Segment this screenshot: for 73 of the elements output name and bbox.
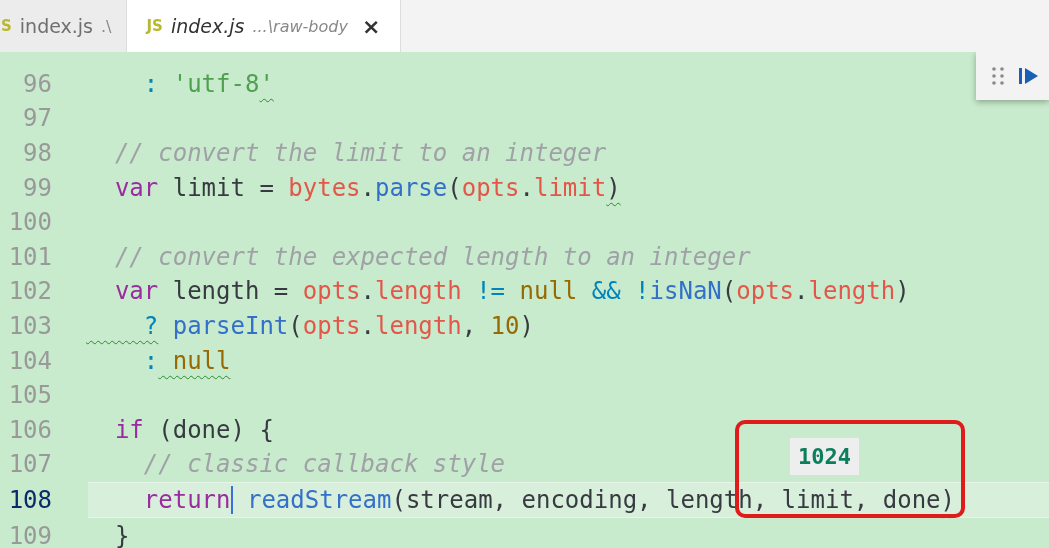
drag-handle-icon[interactable] — [991, 67, 1004, 85]
close-icon[interactable]: × — [361, 13, 381, 39]
tab-path: .\ — [101, 16, 112, 36]
code-token: opts — [736, 277, 795, 306]
code-token: ) — [940, 486, 955, 514]
code-token: limit — [533, 173, 607, 202]
line-number: 105 — [7, 381, 52, 410]
code-token: opts — [461, 173, 520, 202]
code-token: ) — [606, 173, 621, 202]
code-token: length — [375, 312, 462, 341]
code-token: (done) { — [157, 415, 274, 444]
code-token: return — [142, 486, 231, 514]
code-token: parse — [375, 173, 448, 202]
editor-tab[interactable]: S index.js .\ — [0, 0, 127, 52]
code-token: 'utf-8 — [171, 69, 260, 98]
code-comment: // convert the expected length to an integer — [113, 242, 751, 271]
code-token: limit = — [171, 173, 274, 202]
line-number: 96 — [22, 69, 52, 98]
code-token: var — [113, 173, 159, 202]
code-token: parseInt — [171, 312, 289, 341]
code-token: null — [171, 346, 231, 375]
code-token: var — [113, 277, 159, 306]
code-token: ) — [895, 277, 910, 306]
code-token: != — [475, 277, 506, 306]
code-comment: // classic callback style — [142, 450, 506, 479]
code-token: . — [794, 277, 809, 306]
code-token: ' — [259, 69, 274, 98]
code-token: . — [360, 312, 375, 341]
line-number: 97 — [22, 104, 52, 133]
code-token: opts — [302, 312, 361, 341]
code-token: readStream — [245, 486, 392, 514]
code-token: null — [518, 277, 578, 306]
tab-filename: index.js — [170, 15, 245, 37]
line-number: 109 — [7, 521, 52, 548]
code-token: : — [142, 346, 159, 375]
line-number: 98 — [22, 139, 52, 168]
code-token: . — [360, 173, 375, 202]
tab-filename: index.js — [19, 15, 93, 37]
code-token: ( — [288, 312, 303, 341]
code-comment: // convert the limit to an integer — [113, 139, 607, 168]
code-token: 10 — [489, 312, 520, 341]
line-number: 102 — [7, 277, 52, 306]
code-token: && ! — [590, 277, 650, 306]
code-token: ( — [721, 277, 737, 306]
code-token: length — [808, 277, 896, 306]
code-token: opts — [301, 277, 361, 306]
tab-path: ...\raw-body — [252, 16, 348, 36]
code-token: : — [142, 69, 159, 98]
code-token: } — [113, 521, 130, 548]
code-token: ) — [519, 312, 534, 341]
code-token: if — [113, 415, 144, 444]
code-token: . — [519, 173, 534, 202]
line-number: 107 — [7, 450, 52, 479]
js-file-icon: JS — [146, 17, 163, 35]
code-token: , — [461, 312, 477, 341]
code-token: isNaN — [649, 277, 722, 306]
line-number: 104 — [7, 346, 52, 375]
editor-tab[interactable]: JS index.js ...\raw-body × — [126, 0, 402, 52]
line-number: 108 — [7, 486, 52, 514]
line-number: 106 — [7, 415, 52, 444]
line-number: 100 — [7, 208, 52, 237]
line-number: 103 — [7, 312, 52, 341]
line-number: 101 — [7, 242, 52, 271]
hover-tooltip: 1024 — [789, 437, 860, 476]
code-token: ( — [447, 173, 462, 202]
continue-icon[interactable] — [1019, 67, 1040, 85]
line-number: 99 — [22, 173, 52, 202]
code-token: ? — [142, 312, 159, 341]
code-token: . — [360, 277, 375, 306]
js-file-icon: S — [1, 17, 12, 35]
code-token: bytes — [287, 173, 361, 202]
code-token: length = — [171, 277, 289, 306]
code-token: length — [375, 277, 462, 306]
